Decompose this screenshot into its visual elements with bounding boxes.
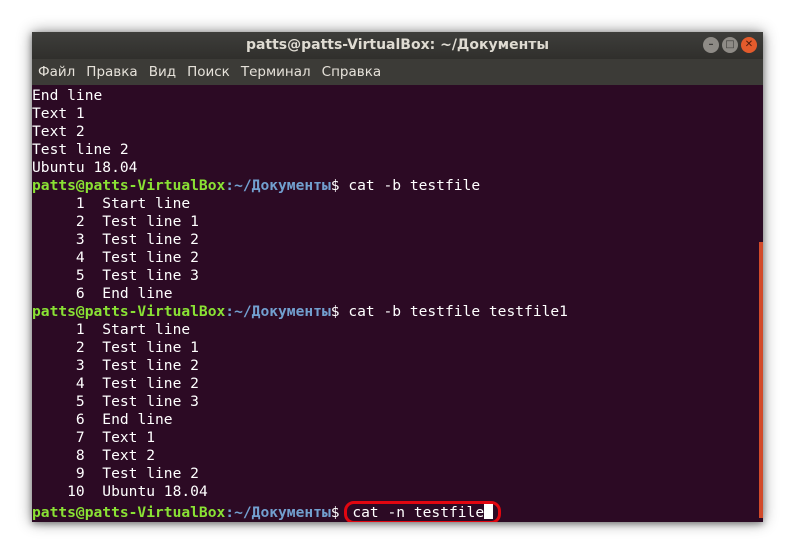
menu-edit[interactable]: Правка: [86, 64, 137, 80]
terminal-line: 5 Test line 3: [32, 267, 199, 284]
prompt-symbol: $: [330, 504, 340, 521]
maximize-icon[interactable]: □: [722, 37, 738, 53]
prompt-path: :~/Документы: [225, 303, 331, 320]
menu-file[interactable]: Файл: [38, 64, 75, 80]
current-input[interactable]: cat -n testfile: [352, 504, 484, 521]
terminal-line: 2 Test line 1: [32, 213, 199, 230]
terminal-line: 3 Test line 2: [32, 231, 199, 248]
close-icon[interactable]: ✕: [741, 37, 757, 53]
terminal-line: End line: [32, 87, 103, 104]
terminal-line: 8 Text 2: [32, 447, 156, 464]
terminal-line: 4 Test line 2: [32, 249, 199, 266]
terminal-line: 5 Test line 3: [32, 393, 199, 410]
prompt-path: :~/Документы: [225, 504, 331, 521]
text-cursor: [484, 504, 494, 519]
menu-help[interactable]: Справка: [322, 64, 381, 80]
terminal-output[interactable]: End line Text 1 Text 2 Test line 2 Ubunt…: [32, 85, 758, 522]
terminal-line: 9 Test line 2: [32, 465, 199, 482]
terminal-line: Text 2: [32, 123, 85, 140]
window-controls: – □ ✕: [703, 37, 757, 53]
terminal-line: Text 1: [32, 105, 85, 122]
command-line: patts@patts-VirtualBox:~/Документы$ cat …: [32, 177, 758, 195]
highlighted-command: cat -n testfile: [344, 501, 502, 522]
terminal-line: 1 Start line: [32, 195, 191, 212]
terminal-line: 6 End line: [32, 411, 173, 428]
scrollbar[interactable]: [759, 242, 763, 518]
terminal-window: patts@patts-VirtualBox: ~/Документы – □ …: [32, 32, 763, 522]
terminal-line: 6 End line: [32, 285, 173, 302]
command-text: cat -b testfile: [339, 177, 481, 194]
title-bar[interactable]: patts@patts-VirtualBox: ~/Документы – □ …: [32, 32, 763, 59]
prompt-symbol: $: [330, 303, 340, 320]
command-line: patts@patts-VirtualBox:~/Документы$ cat …: [32, 303, 758, 321]
menu-terminal[interactable]: Терминал: [241, 64, 311, 80]
active-prompt-line[interactable]: patts@patts-VirtualBox:~/Документы$ cat …: [32, 501, 758, 522]
menu-search[interactable]: Поиск: [187, 64, 230, 80]
prompt-user-host: patts@patts-VirtualBox: [32, 303, 226, 320]
terminal-line: 4 Test line 2: [32, 375, 199, 392]
prompt-path: :~/Документы: [225, 177, 331, 194]
menu-bar: Файл Правка Вид Поиск Терминал Справка: [32, 59, 763, 85]
minimize-icon[interactable]: –: [703, 37, 719, 53]
prompt-symbol: $: [330, 177, 340, 194]
terminal-line: 1 Start line: [32, 321, 191, 338]
terminal-line: Ubuntu 18.04: [32, 159, 138, 176]
window-title: patts@patts-VirtualBox: ~/Документы: [245, 37, 550, 53]
prompt-user-host: patts@patts-VirtualBox: [32, 177, 226, 194]
prompt-user-host: patts@patts-VirtualBox: [32, 504, 226, 521]
terminal-line: 2 Test line 1: [32, 339, 199, 356]
command-text: cat -b testfile testfile1: [339, 303, 568, 320]
terminal-line: 10 Ubuntu 18.04: [32, 483, 208, 500]
terminal-line: Test line 2: [32, 141, 129, 158]
terminal-line: 7 Text 1: [32, 429, 156, 446]
terminal-line: 3 Test line 2: [32, 357, 199, 374]
menu-view[interactable]: Вид: [149, 64, 176, 80]
